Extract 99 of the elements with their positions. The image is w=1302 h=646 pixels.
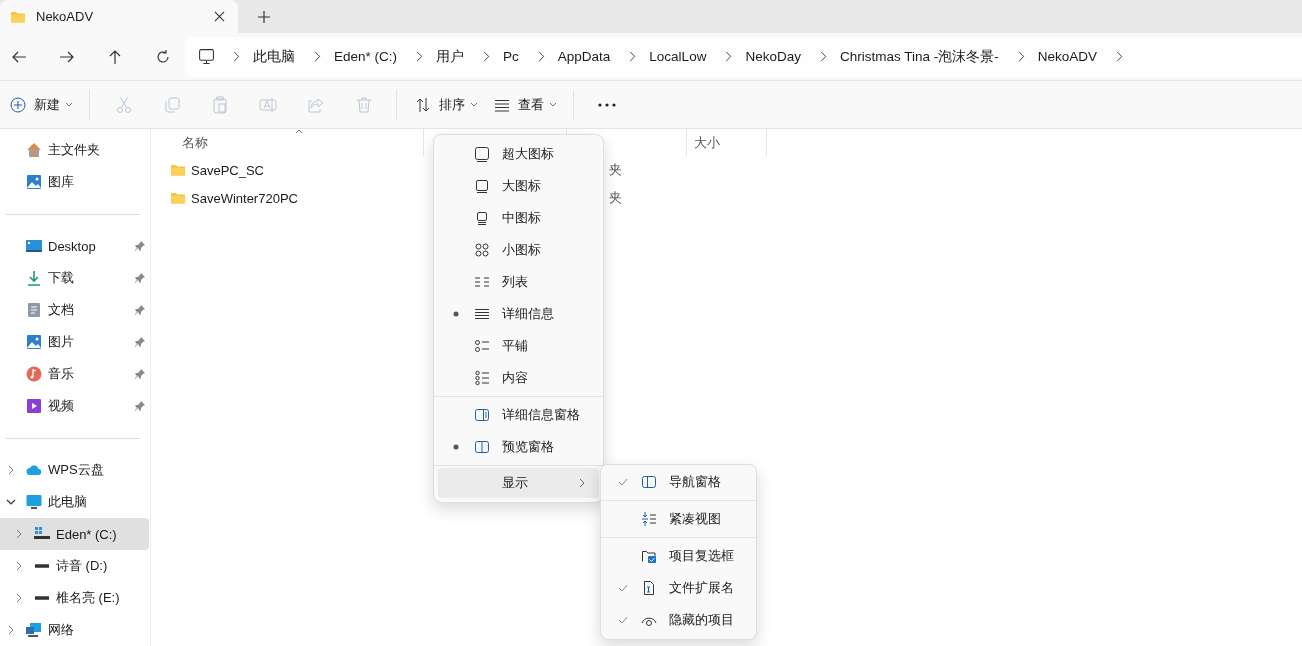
caret-icon [65, 102, 73, 107]
pin-icon[interactable] [135, 305, 145, 315]
document-icon [26, 302, 42, 318]
file-icon [641, 580, 657, 596]
refresh-icon[interactable] [155, 48, 171, 65]
sidebar-item[interactable]: 网络 [0, 614, 149, 646]
cloud-icon [26, 462, 42, 478]
menu-item[interactable]: 中图标 [438, 202, 599, 234]
download-icon [26, 270, 42, 286]
medium-view-icon [474, 210, 490, 226]
up-icon[interactable] [107, 48, 123, 65]
sort-icon [415, 96, 431, 113]
desktop-icon [26, 238, 42, 254]
pin-icon[interactable] [135, 401, 145, 411]
monitor-icon [198, 48, 215, 65]
monitor-icon [26, 494, 42, 510]
pin-icon[interactable] [135, 273, 145, 283]
folder-icon [170, 190, 186, 206]
tiles-view-icon [474, 338, 490, 354]
tab-title: NekoADV [36, 9, 95, 24]
plus-circle-icon [10, 96, 26, 113]
caret-icon [549, 102, 557, 107]
small-view-icon [474, 242, 490, 258]
xl-view-icon [474, 146, 490, 162]
menu-item[interactable]: 小图标 [438, 234, 599, 266]
sidebar-item[interactable]: 图库 [0, 166, 149, 198]
caret-icon [470, 102, 478, 107]
pin-icon[interactable] [135, 369, 145, 379]
sort-caret-icon [295, 129, 303, 134]
pin-icon[interactable] [135, 337, 145, 347]
drive-icon [35, 596, 49, 600]
list-view-icon [474, 274, 490, 290]
file-name[interactable]: SavePC_SC [191, 162, 264, 178]
house-icon [26, 142, 42, 158]
pin-icon[interactable] [135, 241, 145, 251]
menu-item[interactable]: 详细信息窗格 [438, 399, 599, 431]
sidebar-item[interactable]: Desktop [0, 230, 149, 262]
chevron-icon[interactable] [6, 497, 16, 507]
sidebar-item[interactable]: 图片 [0, 326, 149, 358]
picture-icon [26, 174, 42, 190]
compact-icon [641, 511, 657, 527]
sidebar-item[interactable]: 音乐 [0, 358, 149, 390]
file-type: 夹 [609, 189, 622, 207]
menu-item[interactable]: 项目复选框 [605, 540, 752, 572]
menu-item[interactable]: 平铺 [438, 330, 599, 362]
large-view-icon [474, 178, 490, 194]
breadcrumb[interactable]: NekoADV [1037, 49, 1097, 64]
address-bar[interactable]: 此电脑 Eden* (C:) 用户 Pc AppData LocalLow NekoDay Christmas Tina -泡沫冬景- NekoADV [186, 36, 1302, 77]
menu-item[interactable]: 导航窗格 [605, 466, 752, 498]
file-name[interactable]: SaveWinter720PC [191, 190, 298, 206]
breadcrumb[interactable]: LocalLow [649, 49, 707, 64]
drive-icon [34, 526, 50, 542]
breadcrumb[interactable]: 用户 [436, 47, 465, 66]
breadcrumb[interactable]: 此电脑 [253, 47, 295, 66]
breadcrumb[interactable]: Christmas Tina -泡沫冬景- [839, 47, 999, 66]
sort-button[interactable]: 排序 [407, 88, 486, 121]
sidebar-item[interactable]: Eden* (C:) [0, 518, 149, 550]
column-header[interactable]: 名称 [182, 133, 208, 152]
menu-item[interactable]: 隐藏的项目 [605, 604, 752, 636]
menu-item[interactable]: 预览窗格 [438, 431, 599, 463]
menu-item[interactable]: 大图标 [438, 170, 599, 202]
window-tab[interactable]: NekoADV [0, 0, 238, 33]
file-type: 夹 [609, 161, 622, 179]
breadcrumb[interactable]: AppData [557, 49, 611, 64]
sidebar-item[interactable]: 下载 [0, 262, 149, 294]
sidebar-item[interactable]: 椎名亮 (E:) [0, 582, 149, 614]
checkbox-folder-icon [641, 548, 657, 564]
sidebar-item[interactable]: 主文件夹 [0, 134, 149, 166]
pane-icon [641, 474, 657, 490]
sidebar-item[interactable]: 诗音 (D:) [0, 550, 149, 582]
sidebar-item[interactable]: 此电脑 [0, 486, 149, 518]
folder-icon [170, 162, 186, 178]
music-icon [26, 366, 42, 382]
sidebar-item[interactable]: WPS云盘 [0, 454, 149, 486]
network-icon [26, 622, 42, 638]
menu-item[interactable]: 紧凑视图 [605, 503, 752, 535]
picture-icon [26, 334, 42, 350]
new-tab-icon[interactable] [258, 11, 270, 23]
breadcrumb[interactable]: NekoDay [745, 49, 801, 64]
new-button[interactable]: 新建 [2, 88, 81, 121]
close-icon[interactable] [214, 11, 225, 22]
menu-item[interactable]: 详细信息 [438, 298, 599, 330]
breadcrumb[interactable]: Eden* (C:) [334, 49, 398, 64]
menu-item[interactable]: 超大图标 [438, 138, 599, 170]
menu-item[interactable]: 列表 [438, 266, 599, 298]
chevron-icon [579, 478, 585, 488]
content-view-icon [474, 370, 490, 386]
breadcrumb[interactable]: Pc [503, 49, 519, 64]
view-button[interactable]: 查看 [486, 88, 565, 121]
drive-icon [35, 564, 49, 568]
column-header[interactable]: 大小 [694, 133, 720, 152]
show-menu-item[interactable]: 显示 [438, 468, 599, 498]
more-icon[interactable] [598, 102, 616, 107]
menu-item[interactable]: 文件扩展名 [605, 572, 752, 604]
sidebar-item[interactable]: 文档 [0, 294, 149, 326]
video-icon [26, 398, 42, 414]
sidebar-item[interactable]: 视频 [0, 390, 149, 422]
menu-item[interactable]: 内容 [438, 362, 599, 394]
details-view-icon [474, 306, 490, 322]
